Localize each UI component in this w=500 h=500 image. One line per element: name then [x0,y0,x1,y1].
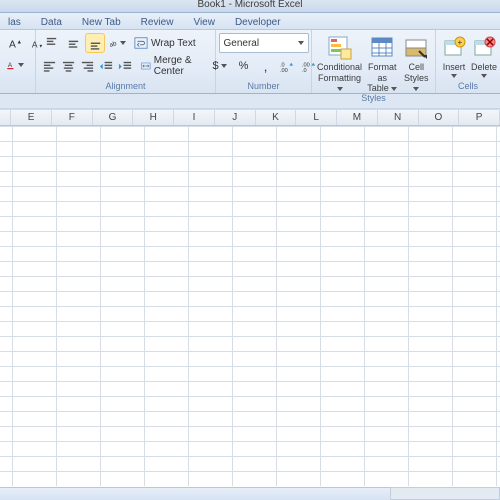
font-group-label [5,91,30,92]
wrap-text-label: Wrap Text [151,38,196,49]
cells-group-label: Cells [441,81,495,92]
increase-indent-button[interactable] [117,56,134,76]
col-header[interactable]: H [133,110,174,125]
column-headers: E F G H I J K L M N O P [0,109,500,126]
align-middle-button[interactable] [63,33,83,53]
align-bottom-button[interactable] [85,33,105,53]
svg-text:.00: .00 [280,68,288,74]
svg-text:ab: ab [109,39,118,48]
svg-text:▲: ▲ [16,39,22,45]
insert-button[interactable]: + Insert [441,33,467,78]
col-header[interactable]: G [93,110,134,125]
align-top-button[interactable] [41,33,61,53]
number-format-value: General [224,38,260,49]
delete-icon [471,35,497,61]
increase-decimal-button[interactable]: .0.00 [278,56,298,76]
tab-review[interactable]: Review [138,15,177,29]
ribbon-tabs: las Data New Tab Review View Developer [0,13,500,30]
number-format-dropdown[interactable]: General [219,33,309,53]
col-header[interactable]: I [174,110,215,125]
col-header[interactable]: E [11,110,52,125]
svg-text:.0: .0 [302,68,307,74]
styles-group-label: Styles [317,93,430,104]
col-header[interactable]: K [256,110,297,125]
col-header[interactable]: M [337,110,378,125]
merge-center-label: Merge & Center [154,55,203,77]
wrap-text-button[interactable]: Wrap Text [129,33,201,53]
font-color-button[interactable]: A [5,55,25,75]
conditional-formatting-icon [327,35,353,61]
alignment-group-label: Alignment [41,81,210,92]
tab-data[interactable]: Data [38,15,65,29]
conditional-formatting-button[interactable]: Conditional Formatting [317,33,362,93]
orientation-button[interactable]: ab [107,33,127,53]
svg-text:+: + [458,38,463,47]
grow-font-button[interactable]: A▲ [5,33,25,53]
status-bar [0,487,500,500]
wrap-text-icon [134,36,148,50]
insert-icon: + [441,35,467,61]
format-as-table-button[interactable]: Format as Table [366,33,398,93]
col-header[interactable]: F [52,110,93,125]
col-header[interactable]: L [296,110,337,125]
number-group-label: Number [221,81,306,92]
col-header[interactable]: P [459,110,500,125]
tab-formulas[interactable]: las [5,15,24,29]
tab-developer[interactable]: Developer [232,15,284,29]
row-header-gutter [0,110,11,125]
tab-view[interactable]: View [190,15,218,29]
col-header[interactable]: O [419,110,460,125]
col-header[interactable]: J [215,110,256,125]
align-left-button[interactable] [41,56,58,76]
cell-styles-button[interactable]: Cell Styles [402,33,430,93]
table-icon [369,35,395,61]
decrease-indent-button[interactable] [98,56,115,76]
percent-button[interactable]: % [234,56,254,76]
col-header[interactable]: N [378,110,419,125]
window-title: Book1 - Microsoft Excel [0,0,500,13]
align-center-button[interactable] [60,56,77,76]
tab-new[interactable]: New Tab [79,15,124,29]
merge-center-button[interactable]: Merge & Center [136,56,211,76]
svg-text:A: A [8,39,15,50]
horizontal-scrollbar[interactable] [390,487,500,500]
delete-button[interactable]: Delete [471,33,497,78]
ribbon: A▲ A▼ A ab Wrap Text [0,30,500,94]
align-right-button[interactable] [79,56,96,76]
accounting-button[interactable]: $ [208,56,232,76]
comma-button[interactable]: , [256,56,276,76]
cell-styles-icon [403,35,429,61]
merge-icon [141,59,151,73]
worksheet-grid[interactable] [0,126,500,486]
svg-text:A: A [8,61,13,68]
